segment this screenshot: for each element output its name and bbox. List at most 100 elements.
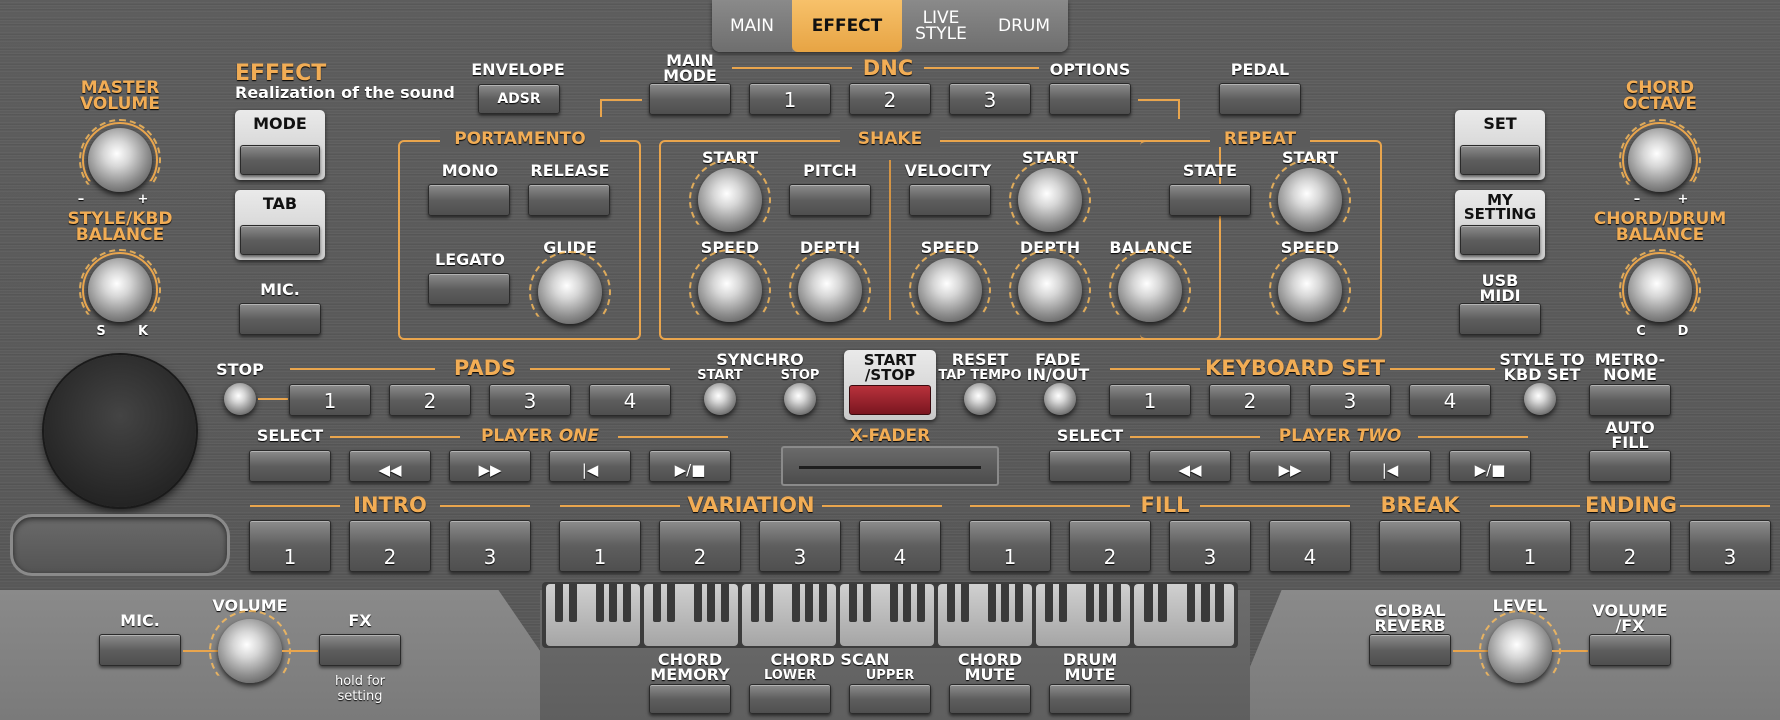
- fill-4-button[interactable]: 4: [1269, 520, 1351, 572]
- black-key[interactable]: [916, 584, 925, 622]
- repeat-start-knob[interactable]: [1278, 168, 1342, 232]
- black-key[interactable]: [889, 584, 898, 622]
- fill-3-button[interactable]: 3: [1169, 520, 1251, 572]
- set-button[interactable]: [1460, 145, 1540, 175]
- black-key[interactable]: [555, 584, 564, 622]
- ending-1-button[interactable]: 1: [1489, 520, 1571, 572]
- synchro-stop-knob[interactable]: [784, 383, 816, 415]
- dnc-3-button[interactable]: 3: [949, 83, 1031, 115]
- dnc-1-button[interactable]: 1: [749, 83, 831, 115]
- shake-depth-knob[interactable]: [798, 258, 862, 322]
- shake-start-knob[interactable]: [698, 168, 762, 232]
- x-fader[interactable]: [781, 446, 999, 486]
- black-key[interactable]: [960, 584, 969, 622]
- black-key[interactable]: [653, 584, 662, 622]
- pad-1-button[interactable]: 1: [289, 384, 371, 416]
- black-key[interactable]: [1001, 584, 1010, 622]
- black-key[interactable]: [1058, 584, 1067, 622]
- black-key[interactable]: [666, 584, 675, 622]
- player-one-forward-button[interactable]: ▶▶: [449, 450, 531, 482]
- volume-fx-button[interactable]: [1589, 634, 1671, 666]
- velocity-speed-knob[interactable]: [918, 258, 982, 322]
- kbdset-3-button[interactable]: 3: [1309, 384, 1391, 416]
- shake-pitch-button[interactable]: [789, 184, 871, 216]
- auto-fill-button[interactable]: [1589, 450, 1671, 482]
- release-button[interactable]: [528, 184, 610, 216]
- chord-drum-balance-knob[interactable]: [1628, 258, 1692, 322]
- mic-button[interactable]: [239, 303, 321, 335]
- black-key[interactable]: [1014, 584, 1023, 622]
- fade-knob[interactable]: [1044, 383, 1076, 415]
- break-button[interactable]: [1379, 520, 1461, 572]
- pad-2-button[interactable]: 2: [389, 384, 471, 416]
- player-two-forward-button[interactable]: ▶▶: [1249, 450, 1331, 482]
- intro-1-button[interactable]: 1: [249, 520, 331, 572]
- repeat-speed-knob[interactable]: [1278, 258, 1342, 322]
- black-key[interactable]: [947, 584, 956, 622]
- player-one-select-button[interactable]: [249, 450, 331, 482]
- velocity-start-knob[interactable]: [1018, 168, 1082, 232]
- synchro-start-knob[interactable]: [704, 383, 736, 415]
- black-key[interactable]: [903, 584, 912, 622]
- intro-3-button[interactable]: 3: [449, 520, 531, 572]
- player-one-play-button[interactable]: ▶/■: [649, 450, 731, 482]
- options-button[interactable]: [1049, 83, 1131, 115]
- kbdset-1-button[interactable]: 1: [1109, 384, 1191, 416]
- variation-3-button[interactable]: 3: [759, 520, 841, 572]
- chord-mute-button[interactable]: [949, 684, 1031, 714]
- player-one-rewind-button[interactable]: ◀◀: [349, 450, 431, 482]
- legato-button[interactable]: [428, 273, 510, 305]
- black-key[interactable]: [720, 584, 729, 622]
- octave-7[interactable]: [1134, 584, 1234, 646]
- kbdset-2-button[interactable]: 2: [1209, 384, 1291, 416]
- black-key[interactable]: [1045, 584, 1054, 622]
- shake-speed-knob[interactable]: [698, 258, 762, 322]
- ending-3-button[interactable]: 3: [1689, 520, 1771, 572]
- start-stop-button[interactable]: [849, 385, 931, 415]
- player-two-play-button[interactable]: ▶/■: [1449, 450, 1531, 482]
- fill-2-button[interactable]: 2: [1069, 520, 1151, 572]
- mode-button[interactable]: [240, 145, 320, 175]
- black-key[interactable]: [707, 584, 716, 622]
- octave-1[interactable]: [546, 584, 640, 646]
- black-key[interactable]: [849, 584, 858, 622]
- chord-memory-button[interactable]: [649, 684, 731, 714]
- reset-knob[interactable]: [964, 383, 996, 415]
- dnc-2-button[interactable]: 2: [849, 83, 931, 115]
- intro-2-button[interactable]: 2: [349, 520, 431, 572]
- mini-keyboard[interactable]: [542, 582, 1238, 648]
- glide-knob[interactable]: [538, 260, 602, 324]
- octave-4[interactable]: [840, 584, 934, 646]
- global-reverb-button[interactable]: [1369, 634, 1451, 666]
- style-kbd-balance-knob[interactable]: [88, 258, 152, 322]
- mono-button[interactable]: [428, 184, 510, 216]
- chord-scan-upper-button[interactable]: [849, 684, 931, 714]
- black-key[interactable]: [751, 584, 760, 622]
- octave-2[interactable]: [644, 584, 738, 646]
- black-key[interactable]: [818, 584, 827, 622]
- black-key[interactable]: [1112, 584, 1121, 622]
- bottom-mic-button[interactable]: [99, 634, 181, 666]
- bottom-volume-knob[interactable]: [218, 619, 282, 683]
- black-key[interactable]: [1099, 584, 1108, 622]
- player-two-home-button[interactable]: |◀: [1349, 450, 1431, 482]
- usb-midi-button[interactable]: [1459, 303, 1541, 335]
- octave-6[interactable]: [1036, 584, 1130, 646]
- variation-2-button[interactable]: 2: [659, 520, 741, 572]
- black-key[interactable]: [1215, 584, 1224, 622]
- black-key[interactable]: [1085, 584, 1094, 622]
- level-knob[interactable]: [1488, 619, 1552, 683]
- chord-octave-knob[interactable]: [1628, 128, 1692, 192]
- velocity-depth-knob[interactable]: [1018, 258, 1082, 322]
- ending-2-button[interactable]: 2: [1589, 520, 1671, 572]
- octave-3[interactable]: [742, 584, 836, 646]
- pedal-button[interactable]: [1219, 83, 1301, 115]
- chord-scan-lower-button[interactable]: [749, 684, 831, 714]
- player-one-home-button[interactable]: |◀: [549, 450, 631, 482]
- main-mode-button[interactable]: [649, 83, 731, 115]
- master-volume-knob[interactable]: [88, 128, 152, 192]
- tab-live-style[interactable]: LIVE STYLE: [902, 0, 980, 52]
- black-key[interactable]: [764, 584, 773, 622]
- pads-stop-knob[interactable]: [224, 383, 256, 415]
- pad-3-button[interactable]: 3: [489, 384, 571, 416]
